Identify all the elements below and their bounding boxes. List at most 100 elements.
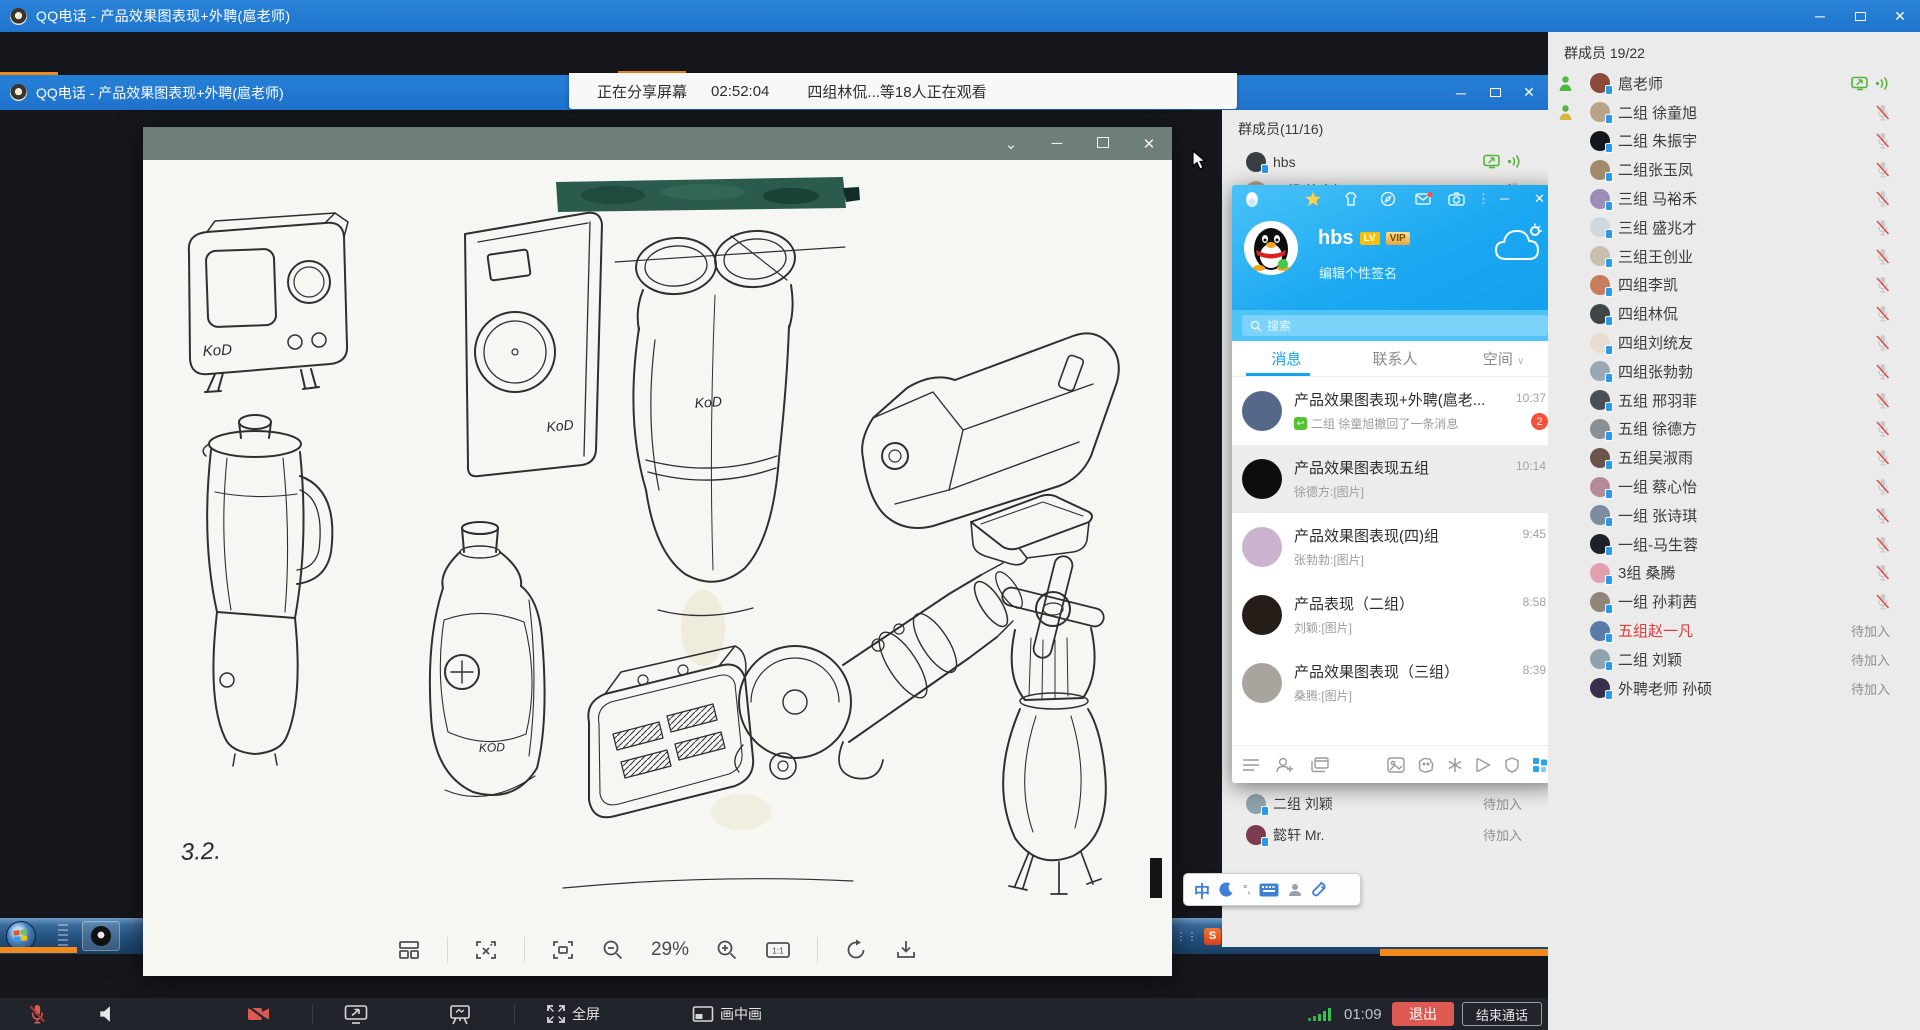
member-row[interactable]: hbs	[1222, 147, 1548, 176]
fit-screen-icon[interactable]	[551, 938, 575, 962]
member-row[interactable]: 四组林侃	[1548, 299, 1920, 328]
inner-minimize-button[interactable]: ─	[1444, 75, 1478, 110]
viewer-maximize-button[interactable]	[1080, 135, 1126, 152]
member-row[interactable]: 三组王创业	[1548, 242, 1920, 271]
app-grid-icon[interactable]	[1532, 757, 1548, 773]
folders-icon[interactable]	[1311, 757, 1330, 773]
conversation-item[interactable]: 产品效果图表现五组 10:14 徐德方:[图片]	[1232, 445, 1548, 513]
photo-frame-icon[interactable]	[1387, 757, 1405, 773]
conversation-item[interactable]: 产品表现（二组） 8:58 刘颖:[图片]	[1232, 581, 1548, 649]
member-list: 扈老师 二组 徐童旭	[1548, 69, 1920, 703]
mobile-badge-icon	[1605, 143, 1613, 153]
fullscreen-button[interactable]: 全屏	[546, 998, 600, 1030]
qq-close-button[interactable]: ✕	[1534, 191, 1545, 207]
conversation-item[interactable]: 产品效果图表现（三组） 8:39 桑腾:[图片]	[1232, 649, 1548, 717]
collapse-button[interactable]: ⌄	[988, 135, 1034, 153]
camera-off-button[interactable]	[246, 998, 272, 1030]
member-row[interactable]: 一组 孙莉茜	[1548, 587, 1920, 616]
member-row[interactable]: 3组 桑腾	[1548, 559, 1920, 588]
zoom-in-icon[interactable]	[715, 938, 739, 962]
qq-minimize-button[interactable]: ─	[1500, 191, 1509, 206]
asterisk-icon[interactable]	[1447, 757, 1463, 773]
ime-language-indicator[interactable]: 中	[1194, 878, 1210, 902]
pip-button[interactable]: 画中画	[692, 998, 762, 1030]
layout-grid-icon[interactable]	[397, 938, 421, 962]
member-row[interactable]: 二组 徐童旭	[1548, 98, 1920, 127]
conversation-preview: 刘颖:[图片]	[1294, 619, 1494, 636]
mail-icon[interactable]	[1415, 191, 1433, 207]
tab-space[interactable]: 空间 ∨	[1449, 348, 1548, 369]
muted-mic-icon	[1875, 276, 1890, 293]
shield-icon[interactable]	[1504, 757, 1520, 773]
viewer-close-button[interactable]: ✕	[1126, 135, 1172, 153]
whiteboard-button[interactable]	[448, 998, 472, 1030]
level-badge[interactable]: LV	[1360, 232, 1380, 245]
member-row[interactable]: 一组 张诗琪	[1548, 501, 1920, 530]
signature-edit[interactable]: 编辑个性签名	[1319, 263, 1397, 282]
member-row[interactable]: 四组刘统友	[1548, 328, 1920, 357]
inner-window-title: QQ电话 - 产品效果图表现+外聘(扈老师)	[36, 83, 284, 103]
vip-badge[interactable]: VIP	[1386, 232, 1410, 245]
mute-mic-button[interactable]	[28, 998, 46, 1030]
qq-avatar[interactable]	[1244, 221, 1298, 275]
more-menu-icon[interactable]: ⋮	[1477, 191, 1490, 207]
member-row[interactable]: 五组赵一凡 待加入	[1548, 616, 1920, 645]
ime-punctuation-indicator[interactable]: °,	[1243, 884, 1250, 896]
rotate-icon[interactable]	[844, 938, 868, 962]
end-call-button[interactable]: 结束通话	[1462, 1002, 1542, 1026]
member-row[interactable]: 五组吴淑雨	[1548, 443, 1920, 472]
member-row[interactable]: 扈老师	[1548, 69, 1920, 98]
speaker-button[interactable]	[98, 998, 118, 1030]
tshirt-icon[interactable]	[1343, 191, 1359, 207]
download-icon[interactable]	[894, 938, 918, 962]
member-row[interactable]: 四组李凯	[1548, 271, 1920, 300]
tab-contacts[interactable]: 联系人	[1341, 348, 1450, 369]
member-row[interactable]: 五组 徐德方	[1548, 415, 1920, 444]
ime-wrench-icon[interactable]	[1311, 882, 1326, 897]
share-screen-button[interactable]	[344, 998, 368, 1030]
minimize-button[interactable]: ─	[1800, 0, 1840, 32]
member-row[interactable]: 四组张勃勃	[1548, 357, 1920, 386]
member-name: 四组李凯	[1618, 274, 1678, 295]
avatar	[1590, 448, 1610, 468]
sogou-tray-icon[interactable]: S	[1204, 928, 1221, 945]
zoom-out-icon[interactable]	[601, 938, 625, 962]
member-row[interactable]: 一组 蔡心怡	[1548, 472, 1920, 501]
play-video-icon[interactable]	[1475, 757, 1492, 773]
member-row[interactable]: 外聘老师 孙硕 待加入	[1548, 674, 1920, 703]
call-timer: 01:09	[1344, 998, 1382, 1030]
add-friend-icon[interactable]	[1276, 757, 1295, 773]
conversation-item[interactable]: 产品效果图表现(四)组 9:45 张勃勃:[图片]	[1232, 513, 1548, 581]
ime-user-icon[interactable]	[1288, 883, 1302, 897]
close-button[interactable]: ✕	[1880, 0, 1920, 32]
viewer-minimize-button[interactable]: ─	[1034, 135, 1080, 152]
ime-keyboard-icon[interactable]	[1259, 883, 1279, 897]
member-row[interactable]: 三组 马裕禾	[1548, 184, 1920, 213]
doodle-pet-icon[interactable]	[1417, 757, 1435, 773]
compass-icon[interactable]	[1380, 191, 1396, 207]
inner-close-button[interactable]: ✕	[1512, 75, 1546, 110]
star-icon[interactable]	[1305, 191, 1321, 207]
member-row[interactable]: 二组张玉凤	[1548, 155, 1920, 184]
inner-restore-button[interactable]	[1478, 75, 1512, 110]
main-menu-icon[interactable]	[1242, 758, 1260, 772]
conversation-item[interactable]: 产品效果图表现+外聘(扈老... 10:37 ↩二组 徐童旭撤回了一条消息 2	[1232, 377, 1548, 445]
member-row[interactable]: 一组-马生蓉	[1548, 530, 1920, 559]
taskbar-app-button[interactable]	[82, 921, 120, 951]
member-row[interactable]: 二组 刘颖 待加入	[1548, 645, 1920, 674]
member-row[interactable]: 二组 刘颖 待加入	[1222, 788, 1548, 819]
qq-penguin-avatar-icon	[1249, 224, 1293, 272]
maximize-button[interactable]	[1840, 0, 1880, 32]
tab-messages[interactable]: 消息	[1232, 348, 1341, 369]
camera-icon[interactable]	[1448, 191, 1465, 207]
search-input[interactable]: 搜索	[1242, 315, 1548, 336]
exit-button[interactable]: 退出	[1392, 1002, 1454, 1026]
avatar	[1590, 102, 1610, 122]
ime-moon-icon[interactable]	[1219, 882, 1234, 897]
member-row[interactable]: 五组 邢羽菲	[1548, 386, 1920, 415]
member-row[interactable]: 三组 盛兆才	[1548, 213, 1920, 242]
member-row[interactable]: 懿轩 Mr. 待加入	[1222, 819, 1548, 850]
member-row[interactable]: 二组 朱振宇	[1548, 127, 1920, 156]
extract-text-icon[interactable]	[474, 938, 498, 962]
one-to-one-icon[interactable]: 1:1	[765, 938, 791, 962]
